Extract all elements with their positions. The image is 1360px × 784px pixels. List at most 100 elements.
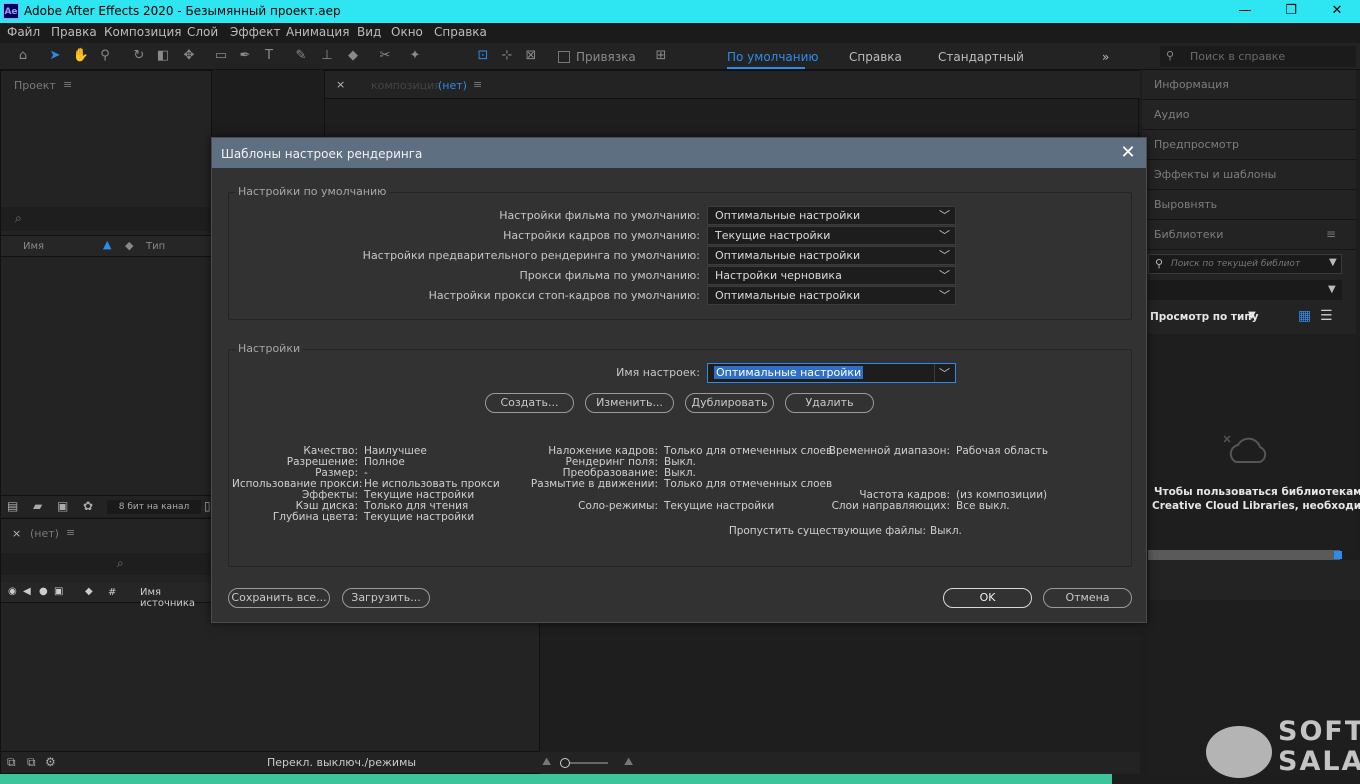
panel-menu-icon[interactable]: ≡	[66, 526, 75, 539]
chevron-down-icon[interactable]: ▼	[1329, 257, 1337, 268]
clone-stamp-tool-icon[interactable]: ⊥	[318, 47, 336, 65]
zoom-in-icon[interactable]: ⛰	[624, 755, 633, 769]
delete-icon[interactable]: ▯	[204, 499, 211, 513]
delete-button[interactable]: Удалить	[785, 393, 874, 413]
new-composition-icon[interactable]: ▣	[57, 499, 68, 513]
world-axis-icon[interactable]: ⊹	[498, 47, 516, 65]
rotate-tool-icon[interactable]: ↻	[130, 47, 148, 65]
lock-icon[interactable]: ▣	[54, 586, 63, 597]
panel-menu-icon[interactable]: ≡	[1326, 227, 1336, 241]
close-tab-icon[interactable]: ×	[12, 527, 21, 540]
align-panel[interactable]: Выровнять	[1142, 190, 1356, 220]
text-tool-icon[interactable]: T	[260, 47, 278, 65]
view-by-type-dropdown[interactable]: Просмотр по типу	[1150, 311, 1258, 323]
brush-tool-icon[interactable]: ✎	[292, 47, 310, 65]
ok-button[interactable]: OK	[943, 588, 1032, 608]
libraries-panel[interactable]: Библиотеки	[1142, 220, 1356, 250]
label-tag-icon[interactable]: ◆	[85, 586, 93, 597]
snap-options-icon[interactable]: ⊞	[652, 47, 670, 65]
col-type[interactable]: Тип	[146, 241, 165, 252]
close-tab-icon[interactable]: ×	[336, 78, 345, 91]
zoom-tool-icon[interactable]: ⚲	[96, 47, 114, 65]
eraser-tool-icon[interactable]: ◆	[344, 47, 362, 65]
panel-menu-icon[interactable]: ≡	[63, 78, 72, 91]
still-proxy-default-dropdown[interactable]: Оптимальные настройки ﹀	[707, 286, 956, 305]
pen-tool-icon[interactable]: ✒	[236, 47, 254, 65]
snap-checkbox[interactable]	[558, 51, 570, 63]
timeline-search-bar[interactable]: ⌕	[1, 553, 213, 575]
menu-view[interactable]: Вид	[357, 25, 381, 39]
home-icon[interactable]: ⌂	[14, 47, 32, 65]
menu-window[interactable]: Окно	[391, 25, 423, 39]
project-search-bar[interactable]: ⌕	[1, 207, 213, 231]
sort-up-icon[interactable]: ▲	[103, 238, 111, 251]
list-view-icon[interactable]: ☰	[1320, 308, 1333, 324]
workspace-default[interactable]: По умолчанию	[727, 50, 819, 64]
composition-tab-label[interactable]: композиция	[371, 79, 441, 92]
col-source-name[interactable]: Имя источника	[140, 587, 213, 609]
edit-button[interactable]: Изменить...	[585, 393, 674, 413]
menu-animation[interactable]: Анимация	[286, 25, 349, 39]
menu-file[interactable]: Файл	[7, 25, 40, 39]
video-toggle-icon[interactable]: ◉	[8, 586, 17, 597]
create-button[interactable]: Создать...	[485, 393, 574, 413]
minimize-button[interactable]: —	[1222, 0, 1268, 23]
hand-tool-icon[interactable]: ✋	[72, 47, 90, 65]
menu-layer[interactable]: Слой	[187, 25, 218, 39]
prerender-default-dropdown[interactable]: Оптимальные настройки ﹀	[707, 246, 956, 265]
timeline-tab-label[interactable]: (нет)	[30, 527, 59, 540]
col-number[interactable]: #	[108, 587, 116, 598]
menu-composition[interactable]: Композиция	[104, 25, 181, 39]
settings-name-value[interactable]: Оптимальные настройки	[714, 366, 864, 379]
settings-name-dropdown[interactable]: Оптимальные настройки ﹀	[707, 363, 956, 383]
duplicate-button[interactable]: Дублировать	[685, 393, 774, 413]
grid-view-icon[interactable]: ▦	[1298, 308, 1311, 324]
movie-default-dropdown[interactable]: Оптимальные настройки ﹀	[707, 206, 956, 225]
zoom-out-icon[interactable]: ⛰	[542, 755, 551, 769]
search-help-field[interactable]: ⚲ Поиск в справке	[1160, 46, 1356, 67]
view-axis-icon[interactable]: ⊠	[522, 47, 540, 65]
load-button[interactable]: Загрузить...	[342, 588, 430, 608]
rectangle-tool-icon[interactable]: ▭	[212, 47, 230, 65]
frame-default-dropdown[interactable]: Текущие настройки ﹀	[707, 226, 956, 245]
menu-help[interactable]: Справка	[434, 25, 487, 39]
close-window-button[interactable]: ✕	[1314, 0, 1360, 23]
project-settings-icon[interactable]: ✿	[83, 499, 93, 513]
audio-toggle-icon[interactable]: ◀	[23, 586, 31, 597]
toggle-switches-icon[interactable]: ⧉	[7, 755, 16, 770]
local-axis-icon[interactable]: ⊡	[474, 47, 492, 65]
save-all-button[interactable]: Сохранить все...	[228, 588, 330, 608]
label-tag-icon[interactable]: ◆	[125, 239, 133, 252]
switch-modes-label[interactable]: Перекл. выключ./режимы	[267, 756, 416, 769]
preview-panel[interactable]: Предпросмотр	[1142, 130, 1356, 160]
col-name[interactable]: Имя	[23, 241, 44, 252]
new-folder-icon[interactable]: ▰	[33, 499, 42, 513]
cancel-button[interactable]: Отмена	[1043, 588, 1132, 608]
library-search-field[interactable]: ⚲ Поиск по текущей библиот ▼	[1148, 254, 1342, 274]
audio-panel[interactable]: Аудио	[1142, 100, 1356, 130]
more-workspaces-icon[interactable]: »	[1102, 50, 1109, 64]
workspace-help[interactable]: Справка	[849, 50, 902, 64]
info-panel[interactable]: Информация	[1142, 70, 1356, 100]
toggle-render-time-icon[interactable]: ⚙	[45, 755, 56, 769]
menu-edit[interactable]: Правка	[51, 25, 97, 39]
panel-menu-icon[interactable]: ≡	[473, 78, 482, 91]
library-select[interactable]: ▼	[1148, 280, 1342, 300]
work-area-end-handle[interactable]	[1334, 551, 1342, 559]
interpret-footage-icon[interactable]: ▤	[7, 499, 18, 513]
toggle-modes-icon[interactable]: ⧉	[27, 755, 36, 770]
bit-depth-button[interactable]: 8 бит на канал	[107, 500, 201, 514]
project-panel-title[interactable]: Проект	[14, 79, 56, 92]
chevron-down-icon[interactable]: ▼	[1248, 310, 1256, 321]
pan-behind-tool-icon[interactable]: ✥	[180, 47, 198, 65]
chevron-down-icon[interactable]: ▼	[1328, 284, 1336, 295]
menu-effect[interactable]: Эффект	[230, 25, 281, 39]
movie-proxy-default-dropdown[interactable]: Настройки черновика ﹀	[707, 266, 956, 285]
zoom-slider-handle[interactable]	[560, 758, 570, 768]
workspace-standard[interactable]: Стандартный	[938, 50, 1024, 64]
dialog-close-icon[interactable]: ✕	[1116, 142, 1140, 164]
solo-toggle-icon[interactable]: ●	[39, 586, 48, 597]
composition-tab-value[interactable]: (нет)	[438, 79, 467, 92]
maximize-button[interactable]: ❐	[1268, 0, 1314, 23]
effects-presets-panel[interactable]: Эффекты и шаблоны	[1142, 160, 1356, 190]
